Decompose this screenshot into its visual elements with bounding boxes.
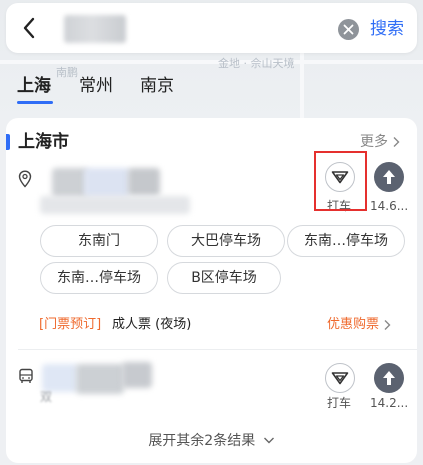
blurred-name xyxy=(52,168,88,198)
chip-parking[interactable]: B区停车场 xyxy=(167,262,281,294)
tab-nanjing[interactable]: 南京 xyxy=(140,74,174,98)
chevron-right-icon xyxy=(384,320,391,330)
chip-entrance[interactable]: 东南门 xyxy=(40,225,158,257)
deal-link[interactable]: 优惠购票 xyxy=(327,316,392,334)
map-label-poi: 金地 · 佘山天境 xyxy=(218,57,295,70)
section-marker xyxy=(6,134,10,150)
blurred-name xyxy=(40,196,190,214)
active-tab-indicator xyxy=(17,101,53,104)
clear-button[interactable] xyxy=(338,19,359,40)
back-arrow-icon xyxy=(23,17,35,39)
chip-parking[interactable]: 大巴停车场 xyxy=(167,225,285,257)
highlight-box xyxy=(314,151,367,211)
search-input[interactable] xyxy=(64,15,126,43)
clear-icon xyxy=(343,24,354,35)
taxi-label: 打车 xyxy=(327,396,352,410)
ticket-tag: [门票预订] xyxy=(39,317,102,332)
navigate-arrow-icon xyxy=(383,371,395,385)
blurred-name xyxy=(128,168,160,196)
chevron-right-icon xyxy=(393,137,400,147)
taxi-icon xyxy=(331,372,349,385)
deal-label: 优惠购票 xyxy=(327,317,380,332)
navigate-button[interactable] xyxy=(374,363,404,393)
blurred-name xyxy=(84,168,130,198)
map-label-area: 南鹏 xyxy=(56,66,78,79)
search-bar: 搜索 xyxy=(6,3,417,53)
chip-parking[interactable]: 东南…停车场 xyxy=(287,225,405,257)
navigate-arrow-icon xyxy=(383,170,395,184)
blurred-name xyxy=(42,364,78,392)
expand-label: 展开其余2条结果 xyxy=(148,433,256,449)
back-button[interactable] xyxy=(14,13,44,43)
blurred-name xyxy=(122,362,152,388)
more-label: 更多 xyxy=(360,134,388,150)
taxi-button[interactable] xyxy=(325,363,355,393)
chevron-down-icon xyxy=(263,437,274,444)
result-2-name-fragment: 双 xyxy=(40,390,53,404)
navigate-button[interactable] xyxy=(374,162,404,192)
tab-changzhou[interactable]: 常州 xyxy=(79,74,113,98)
search-button[interactable]: 搜索 xyxy=(370,17,404,41)
bus-icon xyxy=(19,368,33,383)
chip-parking[interactable]: 东南…停车场 xyxy=(40,262,158,294)
section-title: 上海市 xyxy=(18,132,69,152)
expand-results-link[interactable]: 展开其余2条结果 xyxy=(6,431,417,451)
ticket-name[interactable]: 成人票 (夜场) xyxy=(112,316,191,334)
location-pin-icon xyxy=(18,170,32,188)
results-card: 上海市 更多 打车 14.6... 东南门 大巴停车场 东南…停车场 东南…停车… xyxy=(6,118,417,463)
tab-shanghai[interactable]: 上海 xyxy=(17,74,51,98)
divider xyxy=(18,349,417,350)
blurred-name xyxy=(76,364,124,394)
distance-label: 14.2... xyxy=(370,396,409,410)
more-link[interactable]: 更多 xyxy=(360,132,401,152)
distance-label: 14.6... xyxy=(370,199,409,213)
